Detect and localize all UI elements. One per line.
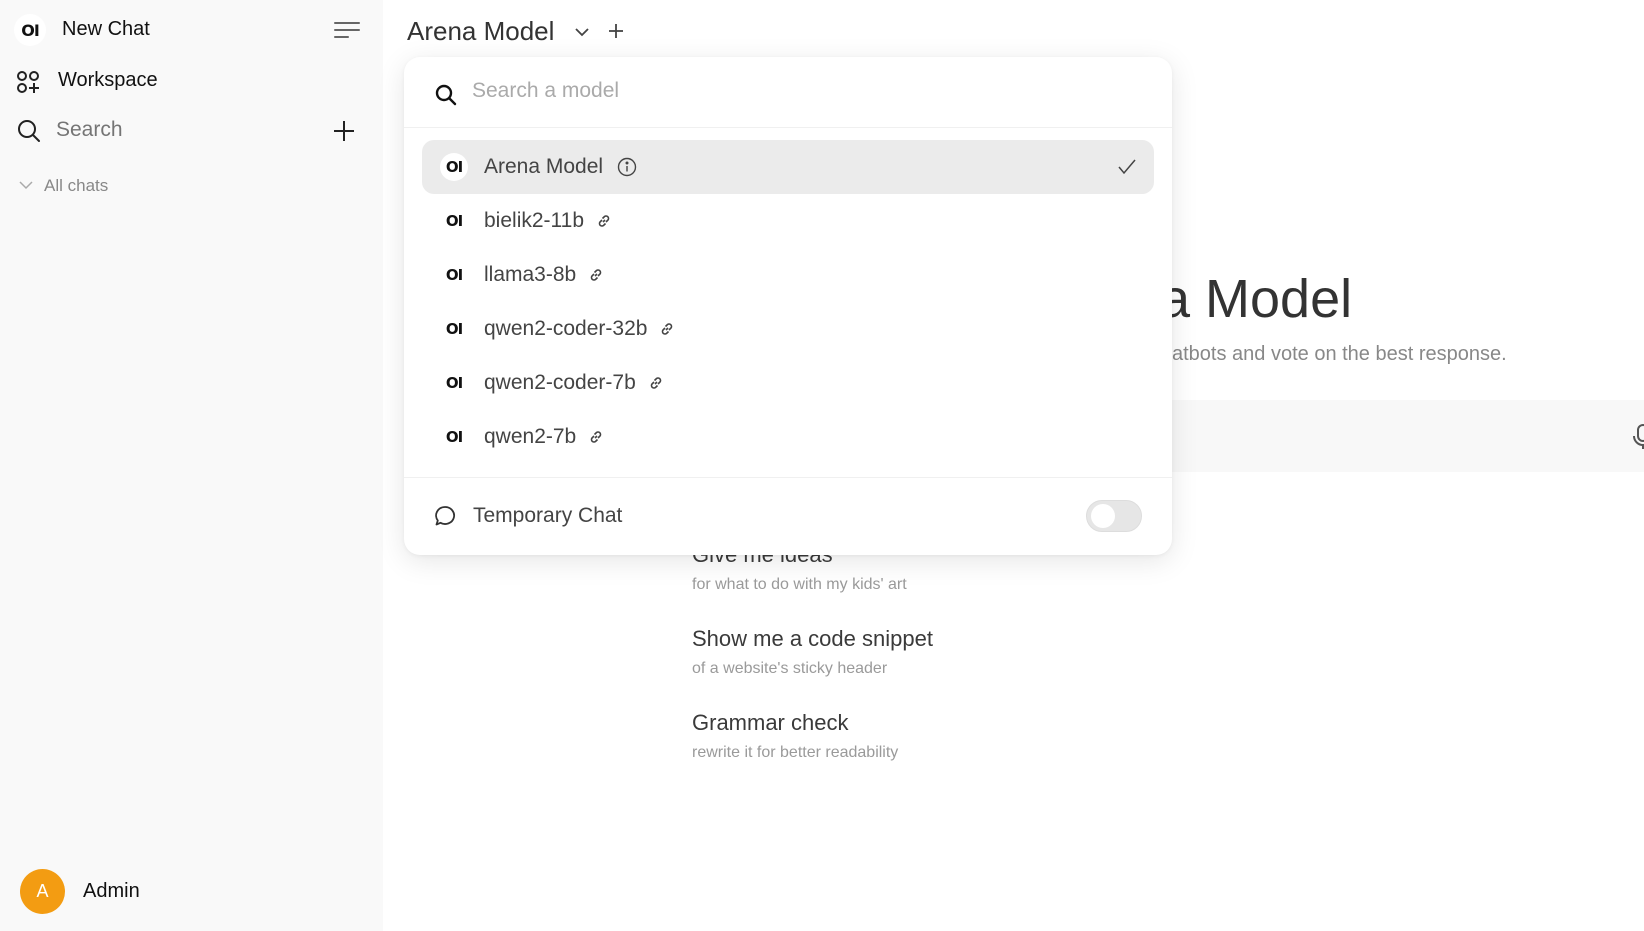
model-logo: OI (445, 266, 463, 284)
suggestion-item[interactable]: Show me a code snippet of a website's st… (692, 626, 933, 678)
suggestion-subtitle: rewrite it for better readability (692, 744, 899, 761)
model-option-bielik2-11b[interactable]: OI bielik2-11b (422, 194, 1154, 248)
suggestion-item[interactable]: Grammar check rewrite it for better read… (692, 710, 898, 762)
model-name: qwen2-coder-32b (484, 317, 648, 340)
model-search-input[interactable] (472, 79, 1122, 103)
microphone-icon[interactable] (1633, 424, 1644, 450)
model-option-qwen2-7b[interactable]: OI qwen2-7b (422, 410, 1154, 464)
sidebar-search-input[interactable] (56, 118, 306, 142)
search-icon (435, 84, 457, 106)
model-name: Arena Model (484, 155, 604, 178)
search-icon (18, 120, 40, 142)
model-logo: OI (440, 153, 468, 181)
divider (404, 127, 1172, 128)
info-icon[interactable] (617, 157, 637, 177)
sidebar: OI New Chat Workspace All chats A Admin (0, 0, 383, 931)
suggestion-title: Show me a code snippet (692, 626, 933, 651)
chevron-down-icon[interactable] (18, 178, 34, 192)
chat-bubble-icon (435, 506, 456, 526)
link-icon (662, 323, 673, 335)
model-name: bielik2-11b (484, 209, 585, 232)
model-logo: OI (445, 428, 463, 446)
workspace-icon (17, 71, 39, 93)
divider (404, 477, 1172, 478)
workspace-link[interactable]: Workspace (58, 69, 158, 92)
user-avatar[interactable]: A (20, 869, 65, 914)
chat-input[interactable] (1160, 400, 1644, 472)
suggestion-title: Grammar check (692, 710, 849, 735)
model-option-qwen2-coder-7b[interactable]: OI qwen2-coder-7b (422, 356, 1154, 410)
user-name[interactable]: Admin (83, 880, 140, 903)
temporary-chat-toggle[interactable] (1086, 500, 1142, 532)
toggle-knob (1091, 504, 1115, 528)
model-name: llama3-8b (484, 263, 577, 286)
all-chats-section[interactable]: All chats (44, 176, 108, 196)
link-icon (650, 377, 662, 389)
suggestion-subtitle: for what to do with my kids' art (692, 576, 907, 593)
app-logo[interactable]: OI (14, 14, 46, 46)
model-option-llama3-8b[interactable]: OI llama3-8b (422, 248, 1154, 302)
model-option-arena-model[interactable]: OI Arena Model (422, 140, 1154, 194)
check-icon (1118, 159, 1136, 175)
add-model-plus-icon[interactable] (607, 22, 625, 40)
welcome-title: a Model (1160, 269, 1353, 329)
link-icon (590, 431, 602, 443)
model-name: qwen2-7b (484, 425, 577, 448)
model-logo: OI (445, 320, 463, 338)
suggestion-subtitle: of a website's sticky header (692, 660, 888, 677)
temporary-chat-label: Temporary Chat (473, 504, 623, 527)
link-icon (590, 269, 602, 281)
model-name: qwen2-coder-7b (484, 371, 636, 394)
welcome-subtitle: atbots and vote on the best response. (1172, 343, 1507, 365)
link-icon (598, 215, 610, 227)
model-logo: OI (445, 212, 463, 230)
model-logo: OI (445, 374, 463, 392)
new-chat-button[interactable]: New Chat (62, 18, 150, 41)
chevron-down-icon[interactable] (573, 24, 591, 40)
model-selector-button[interactable]: Arena Model (407, 16, 554, 47)
sidebar-toggle-icon[interactable] (334, 20, 360, 40)
new-folder-plus-icon[interactable] (332, 119, 356, 143)
model-option-qwen2-coder-32b[interactable]: OI qwen2-coder-32b (422, 302, 1154, 356)
model-dropdown: OI Arena Model OI bielik2-11b OI llama3-… (404, 57, 1172, 555)
